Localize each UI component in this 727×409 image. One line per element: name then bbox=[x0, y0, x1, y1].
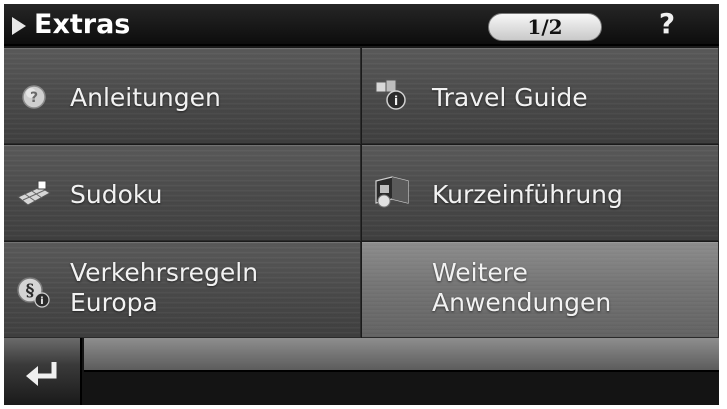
back-button[interactable] bbox=[4, 338, 82, 405]
menu-item-weitere-anwendungen[interactable]: Weitere Anwendungen bbox=[362, 242, 719, 338]
travel-guide-icon: i bbox=[375, 79, 406, 110]
sudoku-icon bbox=[17, 180, 52, 206]
menu-item-label-line1: Verkehrsregeln bbox=[70, 258, 259, 287]
title-bar: Extras 1/2 ? bbox=[4, 4, 719, 46]
bottom-status-strip bbox=[84, 338, 719, 372]
menu-item-label-line2: Europa bbox=[70, 288, 158, 317]
menu-item-anleitungen[interactable]: ? Anleitungen bbox=[4, 48, 361, 144]
navigation-device-screen: Extras 1/2 ? ? Anleitungen i Travel Guid… bbox=[4, 4, 719, 405]
menu-item-label: Verkehrsregeln Europa bbox=[70, 258, 258, 318]
menu-item-label: Weitere Anwendungen bbox=[432, 258, 611, 318]
menu-item-label-line2: Anwendungen bbox=[432, 288, 612, 317]
bottom-bar bbox=[4, 338, 719, 405]
menu-item-label: Travel Guide bbox=[432, 83, 588, 112]
menu-item-verkehrsregeln-europa[interactable]: § i Verkehrsregeln Europa bbox=[4, 242, 361, 338]
svg-text:?: ? bbox=[30, 90, 38, 106]
svg-text:i: i bbox=[394, 94, 398, 108]
return-arrow-icon bbox=[26, 362, 57, 386]
svg-text:i: i bbox=[40, 296, 43, 307]
page-indicator-button[interactable]: 1/2 bbox=[488, 13, 602, 41]
title-arrow-icon bbox=[12, 17, 26, 35]
quick-start-icon bbox=[375, 176, 409, 208]
traffic-rules-icon: § i bbox=[17, 277, 50, 308]
menu-item-label-line1: Weitere bbox=[432, 258, 528, 287]
page-title: Extras bbox=[34, 9, 131, 40]
question-icon: ? bbox=[22, 85, 46, 109]
extras-menu-grid: ? Anleitungen i Travel Guide Sudoku Kurz… bbox=[4, 48, 719, 338]
svg-text:§: § bbox=[26, 281, 35, 301]
help-button[interactable]: ? bbox=[652, 7, 682, 41]
menu-item-sudoku[interactable]: Sudoku bbox=[4, 145, 361, 241]
menu-item-label: Kurzeinführung bbox=[432, 180, 623, 209]
menu-item-kurzeinfuehrung[interactable]: Kurzeinführung bbox=[362, 145, 719, 241]
menu-item-label: Anleitungen bbox=[70, 83, 221, 112]
menu-item-label: Sudoku bbox=[70, 180, 163, 209]
menu-item-travel-guide[interactable]: i Travel Guide bbox=[362, 48, 719, 144]
